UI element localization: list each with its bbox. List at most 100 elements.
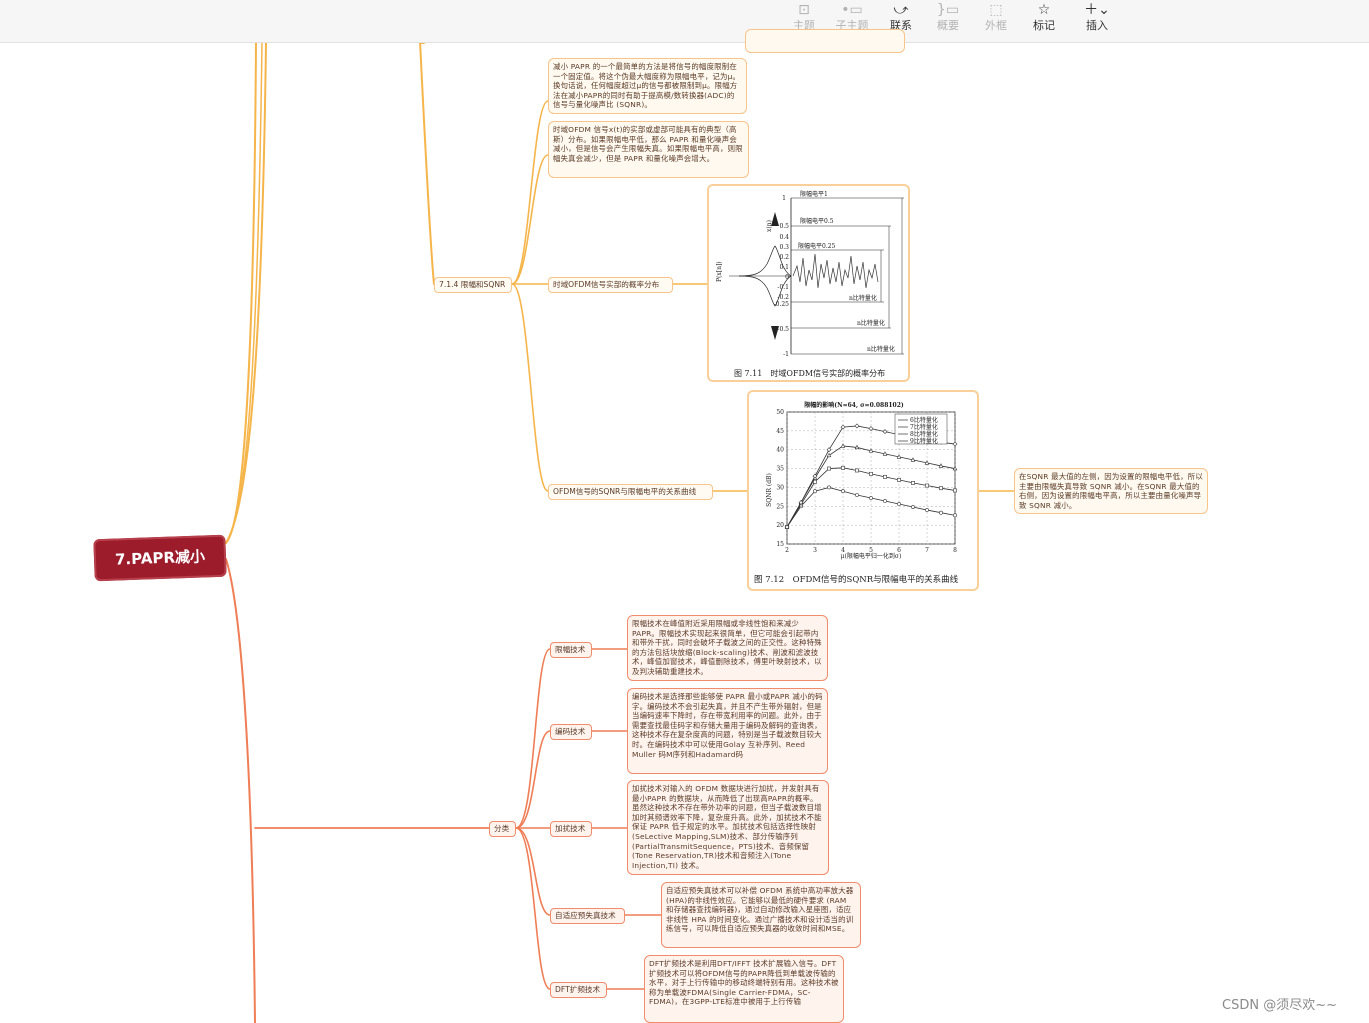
x-tick-label: 7 <box>925 547 929 554</box>
data-point <box>925 508 929 512</box>
data-point <box>953 513 957 518</box>
data-point <box>841 465 845 470</box>
scrambling-technique-topic[interactable]: 加扰技术 <box>550 821 592 837</box>
sqnr-chart: 限幅的影响(N=64, σ=0.088102) SQNR (dB) μ(限幅电平… <box>766 401 958 560</box>
data-point <box>925 483 929 488</box>
clipping-technique-topic[interactable]: 限幅技术 <box>550 642 592 658</box>
x-tick-label: 5 <box>869 547 873 554</box>
summary-button[interactable]: }▭ 概要 <box>932 0 964 40</box>
data-point <box>883 499 887 503</box>
clipping-technique-note[interactable]: 限幅技术在峰值附近采用限幅或非线性饱和来减少PAPR。限幅技术实现起来很简单，但… <box>627 615 828 681</box>
data-point <box>868 426 874 432</box>
svg-text:0.3: 0.3 <box>779 244 789 251</box>
clipping-note-1[interactable]: 减小 PAPR 的一个最简单的方法是将信号的幅度限制在一个固定值。将这个伪最大幅… <box>548 58 747 114</box>
data-point <box>869 471 873 476</box>
boundary-icon: ⬚ <box>989 2 1003 18</box>
topic-icon: ⊡ <box>798 2 810 18</box>
y-tick-label: 20 <box>776 522 784 529</box>
y-tick-label: 35 <box>776 466 784 473</box>
x-tick-label: 4 <box>841 547 845 554</box>
summary-label: 概要 <box>937 19 959 32</box>
adaptive-predistortion-note[interactable]: 自适应预失真技术可以补偿 OFDM 系统中高功率放大器 (HPA)的非线性效应。… <box>661 882 861 948</box>
data-point <box>897 477 901 482</box>
prob-distribution-diagram: 限幅电平1 限幅电平0.5 限幅电平0.25 n比特量化 n比特量化 n比特量化… <box>716 190 904 356</box>
data-point <box>855 493 859 497</box>
svg-text:P(x[n]): P(x[n]) <box>716 261 723 282</box>
dft-spreading-topic[interactable]: DFT扩频技术 <box>550 982 607 998</box>
data-point <box>826 452 832 458</box>
figure-7-11[interactable]: 限幅电平1 限幅电平0.5 限幅电平0.25 n比特量化 n比特量化 n比特量化… <box>707 184 910 382</box>
data-point <box>911 481 915 485</box>
y-tick-label: 30 <box>776 484 784 491</box>
boundary-label: 外框 <box>985 19 1007 32</box>
star-icon: ☆ <box>1037 2 1051 18</box>
data-point <box>939 510 943 515</box>
svg-text:-1: -1 <box>783 351 789 356</box>
svg-text:0.2: 0.2 <box>779 254 789 261</box>
x-tick-label: 3 <box>813 547 817 554</box>
legend-label: 6比特量化 <box>910 416 938 424</box>
svg-text:-0.25: -0.25 <box>774 301 790 308</box>
svg-text:0: 0 <box>785 274 789 281</box>
data-point <box>812 473 818 479</box>
data-point <box>813 489 817 494</box>
x-tick-label: 6 <box>897 547 901 554</box>
legend-label: 7比特量化 <box>910 423 938 431</box>
data-point <box>854 423 860 429</box>
connector-lines <box>225 43 1015 1023</box>
data-point <box>841 489 845 494</box>
svg-text:x(n): x(n) <box>766 220 773 232</box>
data-point <box>911 505 915 509</box>
classify-topic[interactable]: 分类 <box>489 821 516 837</box>
svg-text:-0.2: -0.2 <box>777 294 789 301</box>
prob-distribution-topic[interactable]: 时域OFDM信号实部的概率分布 <box>548 277 673 293</box>
mindmap-canvas[interactable]: 7.PAPR减小 7.1.4 限幅和SQNR 减小 PAPR 的一个最简单的方法… <box>0 29 1369 1023</box>
scrambling-technique-note[interactable]: 加扰技术对输入的 OFDM 数据块进行加扰，并发射具有最小PAPR 的数据块，从… <box>627 780 829 875</box>
svg-text:0.4: 0.4 <box>779 234 789 241</box>
data-point <box>827 466 831 471</box>
figure-7-12-caption: 图 7.12 OFDM信号的SQNR与限幅电平的关系曲线 <box>754 575 959 585</box>
svg-text:限幅电平0.25: 限幅电平0.25 <box>798 242 836 250</box>
sqnr-note[interactable]: 在SQNR 最大值的左侧，因为设置的限幅电平低，所以主要由限幅失真导致 SQNR… <box>1014 468 1208 514</box>
svg-text:限幅电平1: 限幅电平1 <box>800 190 828 198</box>
y-tick-label: 50 <box>776 409 784 416</box>
coding-technique-topic[interactable]: 编码技术 <box>550 724 592 740</box>
data-point <box>882 429 888 435</box>
marker-label: 标记 <box>1033 19 1055 32</box>
data-point <box>826 447 832 453</box>
root-topic[interactable]: 7.PAPR减小 <box>93 534 227 582</box>
partial-top-node[interactable] <box>745 29 905 53</box>
clipping-note-2[interactable]: 时域OFDM 信号x(t)的实部或虚部可能具有的典型（高斯）分布。如果限幅电平低… <box>548 121 749 178</box>
boundary-button[interactable]: ⬚ 外框 <box>980 0 1012 40</box>
svg-text:0.1: 0.1 <box>779 264 789 271</box>
summary-icon: }▭ <box>936 2 960 18</box>
data-point <box>840 443 846 448</box>
svg-text:限幅电平0.5: 限幅电平0.5 <box>800 217 834 225</box>
x-tick-label: 8 <box>953 547 957 554</box>
dft-spreading-note[interactable]: DFT扩频技术是利用DFT/IFFT 技术扩展输入信号。DFT 扩频技术可以将O… <box>644 955 844 1023</box>
y-tick-label: 40 <box>776 447 784 454</box>
svg-text:n比特量化: n比特量化 <box>857 319 885 327</box>
figure-7-12[interactable]: 限幅的影响(N=64, σ=0.088102) SQNR (dB) μ(限幅电平… <box>747 390 979 591</box>
toolbar: ⊡ 主题 •▭ 子主题 ⤻ 联系 }▭ 概要 ⬚ 外框 ☆ 标记 ＋⌄ 插入 <box>0 0 1369 43</box>
y-tick-label: 25 <box>776 503 784 510</box>
svg-text:-0.1: -0.1 <box>777 284 789 291</box>
data-point <box>953 488 957 493</box>
coding-technique-note[interactable]: 编码技术是选择那些能够使 PAPR 最小或PAPR 减小的码字。编码技术不会引起… <box>627 688 828 774</box>
adaptive-predistortion-topic[interactable]: 自适应预失真技术 <box>550 908 625 924</box>
marker-button[interactable]: ☆ 标记 <box>1028 0 1060 40</box>
legend-label: 9比特量化 <box>910 437 938 445</box>
svg-text:-0.5: -0.5 <box>777 326 789 333</box>
x-tick-label: 2 <box>785 547 789 554</box>
subtopic-icon: •▭ <box>841 2 863 18</box>
data-point <box>840 424 846 430</box>
svg-text:0.5: 0.5 <box>779 223 789 230</box>
insert-button[interactable]: ＋⌄ 插入 <box>1078 0 1116 40</box>
data-point <box>952 441 958 447</box>
sqnr-curve-topic[interactable]: OFDM信号的SQNR与限幅电平的关系曲线 <box>548 484 713 500</box>
section-7-1-4[interactable]: 7.1.4 限幅和SQNR <box>434 277 512 293</box>
plus-icon: ＋⌄ <box>1084 2 1110 18</box>
y-tick-label: 15 <box>776 541 784 548</box>
data-point <box>897 502 901 506</box>
data-point <box>883 474 887 479</box>
